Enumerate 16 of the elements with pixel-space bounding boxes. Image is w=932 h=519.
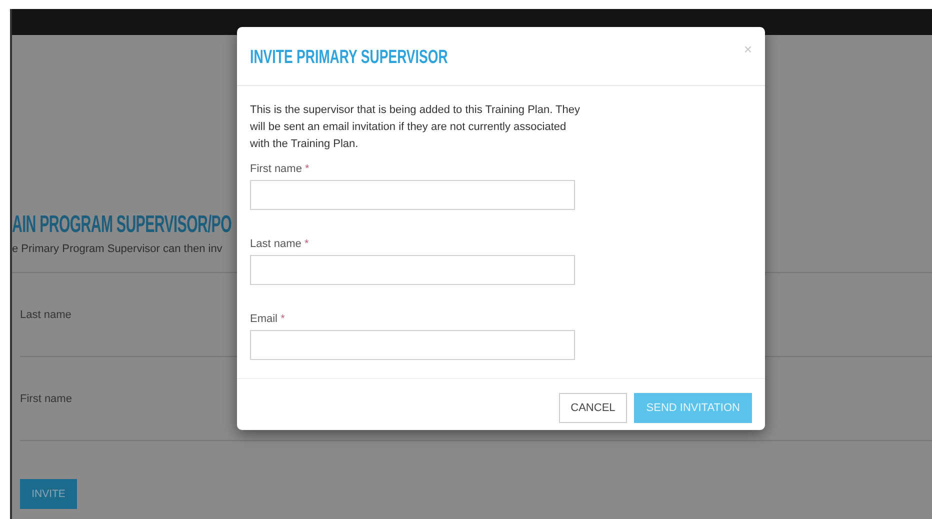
field-label: First name * <box>250 163 310 175</box>
section-heading: AIN PROGRAM SUPERVISOR/PO <box>12 211 232 239</box>
field-label: Last name <box>20 308 72 320</box>
invite-button[interactable]: INVITE <box>20 479 77 509</box>
input-field[interactable] <box>250 180 575 210</box>
send-invitation-button[interactable]: SEND INVITATION <box>634 392 752 422</box>
field-label: Email * <box>250 313 286 325</box>
input-field[interactable] <box>250 330 575 360</box>
field-label: First name <box>20 392 72 404</box>
section-description: e Primary Program Supervisor can then inv <box>12 243 222 255</box>
cancel-button[interactable]: CANCEL <box>558 392 628 422</box>
input-field[interactable] <box>250 255 575 285</box>
dialog-title: INVITE PRIMARY SUPERVISOR <box>250 47 448 69</box>
close-button[interactable]: × <box>744 41 752 57</box>
field-label: Last name * <box>250 238 310 250</box>
dialog-description: This is the supervisor that is being added to this Training Plan. They will be sent an email invitation if they are not currently associated with the Training Plan. <box>250 103 580 152</box>
